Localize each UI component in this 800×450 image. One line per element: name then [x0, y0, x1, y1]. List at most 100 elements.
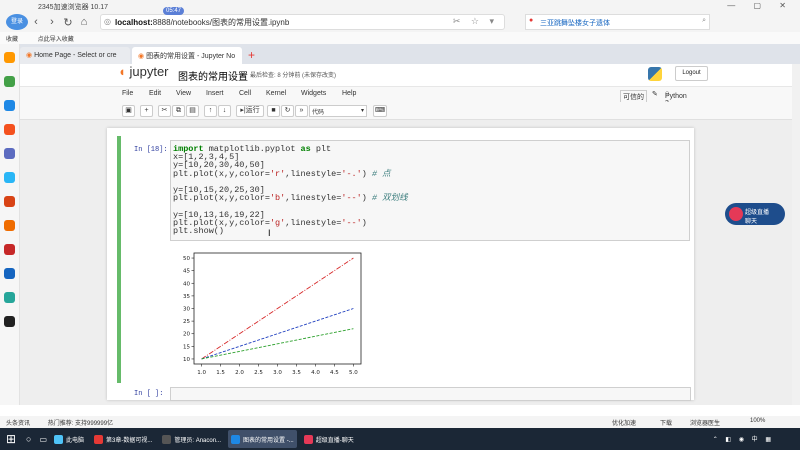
- window-controls[interactable]: — ▢ ✕: [727, 1, 794, 10]
- app-icon: [303, 434, 313, 444]
- game-icon[interactable]: [4, 196, 15, 207]
- taskbar-app[interactable]: 第3章-数据可视...: [91, 430, 155, 448]
- video-icon[interactable]: [4, 292, 15, 303]
- restart-icon[interactable]: ↻: [281, 105, 294, 117]
- flame-icon[interactable]: [4, 124, 15, 135]
- logout-button[interactable]: Logout: [675, 66, 708, 81]
- url-path: 8888/notebooks/图表的常用设置.ipynb: [152, 18, 290, 27]
- app-icon: [162, 434, 172, 444]
- forward-icon[interactable]: ›: [44, 16, 60, 28]
- menu-edit[interactable]: Edit: [149, 90, 161, 97]
- live-label: 超级直播: [745, 210, 770, 216]
- x-tick-label: 4.5: [330, 370, 339, 376]
- download-link[interactable]: 下载: [660, 418, 672, 427]
- jupyter-icon: ◉: [138, 53, 147, 60]
- game2-icon[interactable]: [4, 220, 15, 231]
- jupyter-logo[interactable]: ◖ jupyter: [118, 64, 169, 79]
- search-taskbar-icon[interactable]: ○: [26, 434, 31, 444]
- chat-icon[interactable]: [4, 76, 15, 87]
- menu-widgets[interactable]: Widgets: [301, 90, 326, 97]
- move-up-icon[interactable]: ↑: [204, 105, 217, 117]
- keyboard-icon[interactable]: ⌨: [373, 105, 387, 117]
- new-tab-button[interactable]: +: [248, 48, 255, 64]
- taskbar-app[interactable]: 此电脑: [51, 430, 87, 448]
- url-actions[interactable]: ✂ ☆ ▾: [453, 16, 498, 27]
- search-icon[interactable]: ⌕: [702, 17, 706, 25]
- page-scrollbar[interactable]: [792, 64, 800, 405]
- next-code-input[interactable]: [170, 387, 691, 401]
- x-tick-label: 2.0: [235, 370, 244, 376]
- windows-taskbar: ⊞ ○ ▭ 此电脑 第3章-数据可视... 管理员: Anacon... 图表的常用设…: [0, 428, 800, 450]
- address-bar[interactable]: ◎ localhost:8888/notebooks/图表的常用设置.ipynb…: [100, 7, 505, 30]
- y-tick-label: 25: [183, 319, 190, 325]
- x-tick-label: 5.0: [349, 370, 358, 376]
- python-logo-icon: [648, 67, 662, 81]
- x-tick-label: 1.5: [216, 370, 225, 376]
- search-input[interactable]: ● 三亚跳舞坠楼女子遗体 ⌕: [525, 14, 710, 30]
- save-icon[interactable]: ▣: [122, 105, 135, 117]
- taskbar-app-label: 此电脑: [66, 437, 85, 444]
- copy-icon[interactable]: ⧉: [172, 105, 185, 117]
- sport-icon[interactable]: [4, 316, 15, 327]
- x-tick-label: 2.5: [254, 370, 263, 376]
- bookmark-item[interactable]: 收藏: [6, 37, 18, 43]
- code-line: plt.plot(x,y,color='b',linestyle='--') #…: [173, 193, 408, 204]
- back-icon[interactable]: ‹: [28, 16, 44, 28]
- news-feed-link[interactable]: 头条资讯: [6, 421, 30, 427]
- hot-news[interactable]: 热门推荐: 支持999999亿: [48, 421, 113, 427]
- checkpoint-status: 最后检查: 8 分钟前 (未保存改变): [250, 73, 337, 79]
- edit-pencil-icon[interactable]: ✎: [652, 90, 658, 98]
- y-tick-label: 10: [183, 357, 190, 363]
- login-avatar[interactable]: 登录: [6, 14, 28, 30]
- add-cell-icon[interactable]: +: [140, 105, 153, 117]
- taskbar-app[interactable]: 超级直播-聊天: [301, 430, 357, 448]
- app-icon: [94, 434, 104, 444]
- refresh-icon[interactable]: ↻: [60, 16, 76, 29]
- live-widget[interactable]: 超级直播 聊天: [725, 203, 785, 225]
- task-view-icon[interactable]: ▭: [39, 435, 47, 444]
- system-tray[interactable]: ⌃ ◧ ◉ 中 ▦: [713, 434, 774, 443]
- zoom-level[interactable]: 100%: [750, 418, 765, 424]
- lock-icon: ◎: [104, 17, 111, 26]
- stop-icon[interactable]: ■: [267, 105, 280, 117]
- browser-sidebar: [0, 44, 20, 405]
- move-down-icon[interactable]: ↓: [218, 105, 231, 117]
- windows-start-icon[interactable]: ⊞: [0, 428, 22, 450]
- jupyter-logo-icon: ◖: [118, 64, 126, 79]
- star-icon[interactable]: [4, 52, 15, 63]
- x-tick-label: 4.0: [311, 370, 320, 376]
- menu-view[interactable]: View: [176, 90, 191, 97]
- taskbar-app[interactable]: 图表的常用设置 -...: [228, 430, 297, 448]
- bookmark-item[interactable]: 点此导入收藏: [38, 37, 74, 43]
- notebook-title[interactable]: 图表的常用设置: [178, 68, 248, 83]
- menu-help[interactable]: Help: [342, 90, 356, 97]
- home-icon[interactable]: ⌂: [76, 16, 92, 28]
- apps-icon[interactable]: [4, 148, 15, 159]
- jupyter-toolbar: ▣ + ✂ ⧉ ▤ ↑ ↓ ▸|运行 ■ ↻ » 代码 ⌨: [20, 102, 792, 120]
- bookmark-icon[interactable]: [4, 100, 15, 111]
- y-tick-label: 45: [183, 269, 190, 275]
- jupyter-menu-bar: File Edit View Insert Cell Kernel Widget…: [20, 86, 792, 107]
- code-line: plt.plot(x,y,color='r',linestyle='-.') #…: [173, 168, 391, 179]
- taskbar-app[interactable]: 管理员: Anacon...: [159, 430, 224, 448]
- shop-icon[interactable]: [4, 244, 15, 255]
- line-chart: 1.0 1.5 2.0 2.5 3.0 3.5 4.0 4.5 5.0 10 15 20 25 30 35 4…: [183, 252, 362, 376]
- app-a-icon[interactable]: [4, 172, 15, 183]
- menu-cell[interactable]: Cell: [239, 90, 251, 97]
- tab-notebook[interactable]: ◉ 图表的常用设置 - Jupyter No: [132, 47, 242, 64]
- tab-home-page[interactable]: ◉ Home Page - Select or cre: [20, 47, 130, 64]
- menu-kernel[interactable]: Kernel: [266, 90, 286, 97]
- browser-doctor-link[interactable]: 浏览器医生: [690, 418, 720, 427]
- menu-file[interactable]: File: [122, 90, 133, 97]
- weibo-icon[interactable]: [4, 268, 15, 279]
- paste-icon[interactable]: ▤: [186, 105, 199, 117]
- y-tick-label: 30: [183, 307, 190, 313]
- cut-icon[interactable]: ✂: [158, 105, 171, 117]
- fast-forward-icon[interactable]: »: [295, 105, 308, 117]
- kernel-indicator[interactable]: Python 3 ○: [665, 90, 687, 107]
- run-button[interactable]: ▸|运行: [236, 105, 264, 117]
- code-input[interactable]: import matplotlib.pyplot as plt x=[1,2,3,…: [170, 140, 690, 241]
- optimize-link[interactable]: 优化加速: [612, 418, 636, 427]
- cell-type-select[interactable]: 代码: [309, 105, 367, 117]
- menu-insert[interactable]: Insert: [206, 90, 224, 97]
